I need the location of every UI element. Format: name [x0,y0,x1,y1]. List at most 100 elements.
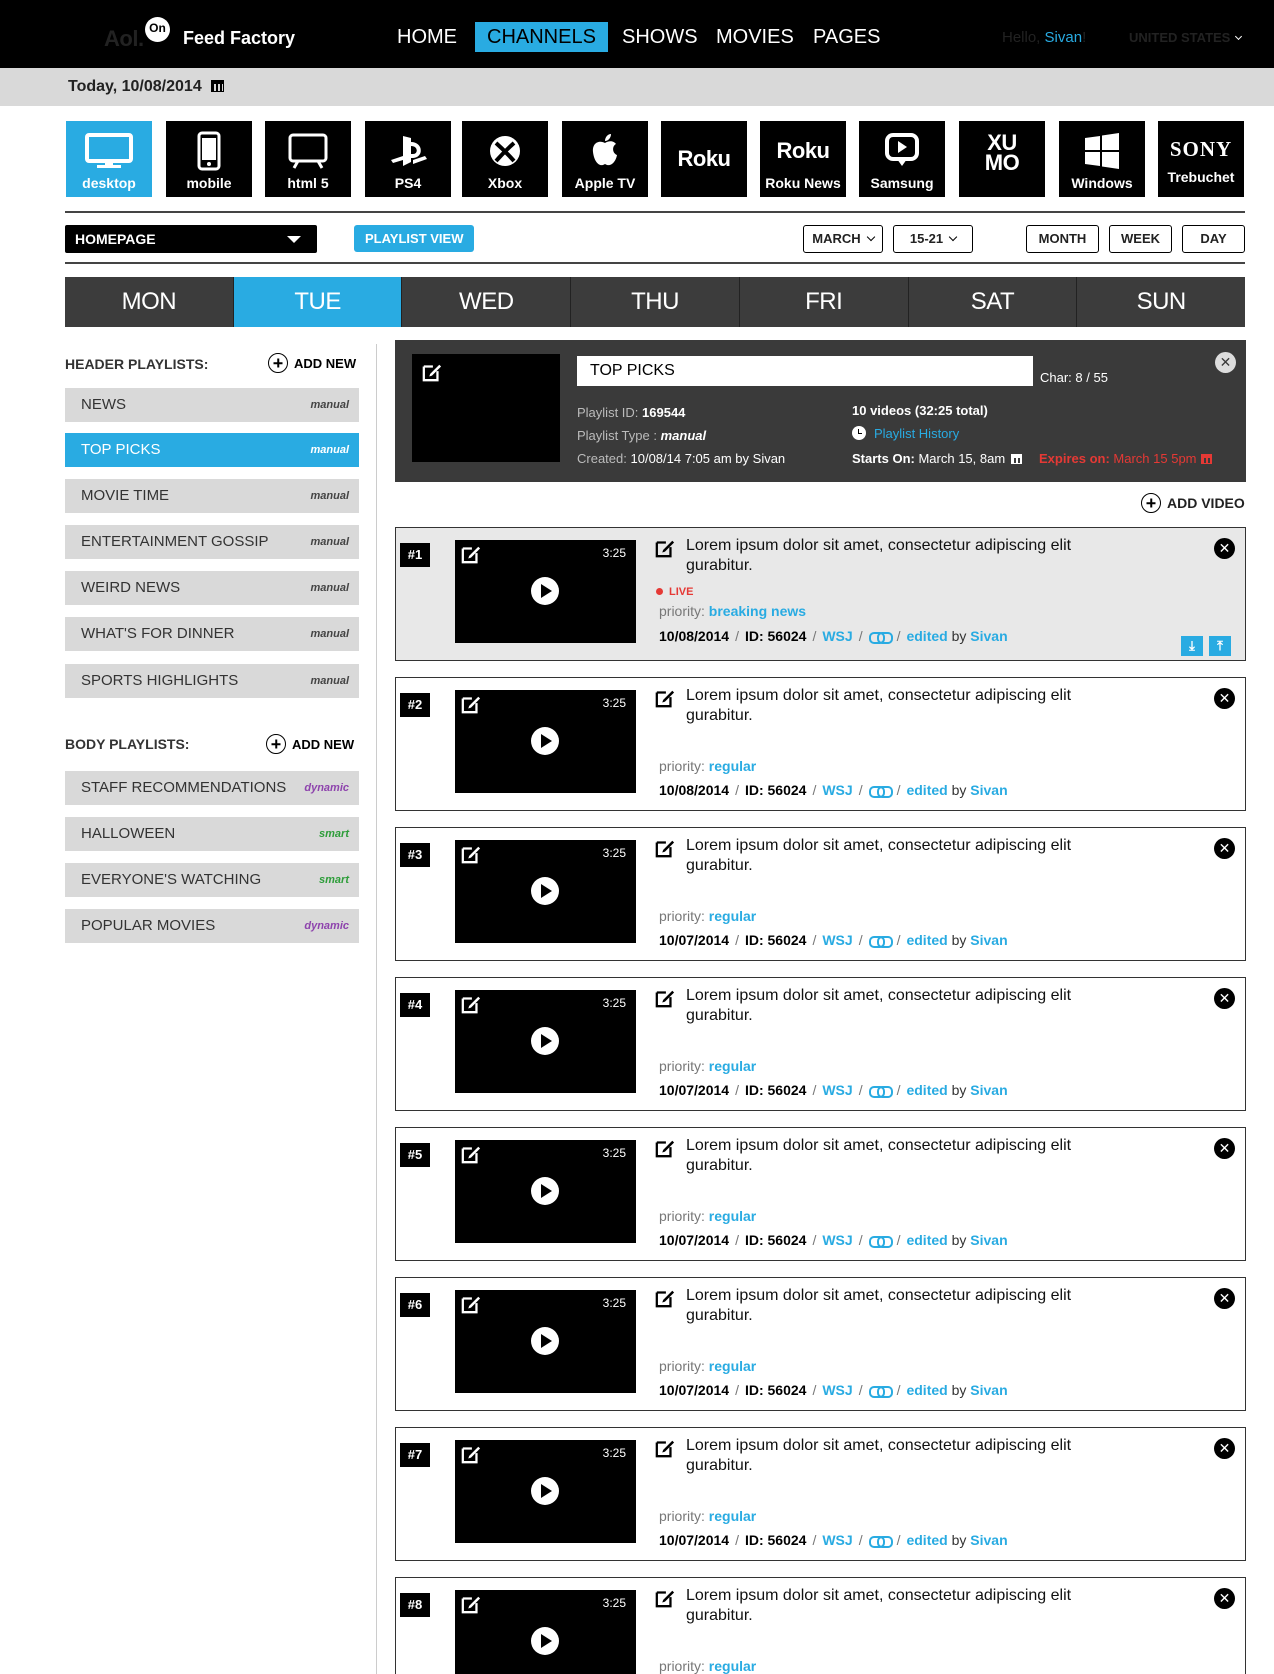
edit-title-icon[interactable] [655,988,675,1008]
edit-title-icon[interactable] [655,688,675,708]
editor-name-link[interactable]: Sivan [970,1232,1007,1248]
nav-shows[interactable]: SHOWS [610,22,710,52]
editor-name-link[interactable]: Sivan [970,1382,1007,1398]
remove-video-icon[interactable]: ✕ [1214,1438,1235,1459]
nav-pages[interactable]: PAGES [801,22,892,52]
priority-value[interactable]: regular [709,1658,756,1674]
country-select[interactable]: UNITED STATES [1129,30,1243,45]
video-source-link[interactable]: WSJ [822,932,852,948]
priority-value[interactable]: regular [709,758,756,774]
priority-value[interactable]: breaking news [709,603,806,619]
video-card-3[interactable]: #3 3:25 Lorem ipsum dolor sit amet, cons… [395,827,1246,961]
add-video-button[interactable]: ADD VIDEO [1141,493,1245,513]
video-card-5[interactable]: #5 3:25 Lorem ipsum dolor sit amet, cons… [395,1127,1246,1261]
play-icon[interactable] [531,1477,559,1505]
calendar-icon[interactable] [1011,454,1023,464]
editor-name-link[interactable]: Sivan [970,628,1007,644]
platform-windows[interactable]: Windows [1059,121,1145,197]
day-tab-sun[interactable]: SUN [1077,277,1246,327]
platform-ps4[interactable]: PS4 [365,121,451,197]
link-icon[interactable] [868,1236,893,1248]
video-thumbnail[interactable]: 3:25 [455,1440,636,1543]
platform-xbox[interactable]: Xbox [462,121,548,197]
nav-home[interactable]: HOME [385,22,469,52]
playlist-history-link[interactable]: Playlist History [852,426,959,441]
video-card-4[interactable]: #4 3:25 Lorem ipsum dolor sit amet, cons… [395,977,1246,1111]
edit-icon[interactable] [461,694,481,714]
sidebar-item-halloween[interactable]: HALLOWEEN smart [65,817,359,851]
edit-title-icon[interactable] [655,1438,675,1458]
day-tab-thu[interactable]: THU [571,277,740,327]
video-source-link[interactable]: WSJ [822,1232,852,1248]
platform-samsung[interactable]: Samsung [859,121,945,197]
remove-video-icon[interactable]: ✕ [1214,1138,1235,1159]
sidebar-item-popular-movies[interactable]: POPULAR MOVIES dynamic [65,909,359,943]
link-icon[interactable] [868,936,893,948]
edit-title-icon[interactable] [655,1138,675,1158]
edit-icon[interactable] [461,1294,481,1314]
video-source-link[interactable]: WSJ [822,1382,852,1398]
day-tab-mon[interactable]: MON [65,277,234,327]
edit-icon[interactable] [461,1444,481,1464]
platform-html5[interactable]: html 5 [265,121,351,197]
today-date[interactable]: Today, 10/08/2014 [68,78,224,96]
play-icon[interactable] [531,577,559,605]
edit-icon[interactable] [461,1594,481,1614]
calendar-icon[interactable] [1200,454,1212,464]
play-icon[interactable] [531,1327,559,1355]
edit-icon[interactable] [422,362,442,382]
priority-value[interactable]: regular [709,1508,756,1524]
priority-value[interactable]: regular [709,1058,756,1074]
platform-sony[interactable]: SONY Trebuchet [1158,121,1244,197]
range-day-button[interactable]: DAY [1182,225,1245,253]
sidebar-item-whats-for-dinner[interactable]: WHAT'S FOR DINNER manual [65,617,359,651]
video-card-6[interactable]: #6 3:25 Lorem ipsum dolor sit amet, cons… [395,1277,1246,1411]
video-card-1[interactable]: #1 3:25 Lorem ipsum dolor sit amet, cons… [395,527,1246,661]
day-tab-sat[interactable]: SAT [908,277,1078,327]
edited-link[interactable]: edited [906,1382,947,1398]
remove-video-icon[interactable]: ✕ [1214,1588,1235,1609]
playlist-view-button[interactable]: PLAYLIST VIEW [354,225,475,252]
editor-name-link[interactable]: Sivan [970,1532,1007,1548]
playlist-title-input[interactable]: TOP PICKS [577,356,1033,386]
editor-name-link[interactable]: Sivan [970,1082,1007,1098]
priority-value[interactable]: regular [709,1358,756,1374]
day-tab-fri[interactable]: FRI [739,277,909,327]
remove-video-icon[interactable]: ✕ [1214,838,1235,859]
edit-icon[interactable] [461,544,481,564]
edit-icon[interactable] [461,994,481,1014]
editor-name-link[interactable]: Sivan [970,932,1007,948]
play-icon[interactable] [531,877,559,905]
video-thumbnail[interactable]: 3:25 [455,1140,636,1243]
day-tab-wed[interactable]: WED [402,277,572,327]
edit-icon[interactable] [461,844,481,864]
edit-title-icon[interactable] [655,1288,675,1308]
platform-roku[interactable]: Roku [661,121,747,197]
range-month-button[interactable]: MONTH [1026,225,1099,253]
sidebar-item-sports-highlights[interactable]: SPORTS HIGHLIGHTS manual [65,664,359,698]
video-card-8[interactable]: #8 3:25 Lorem ipsum dolor sit amet, cons… [395,1577,1246,1674]
remove-video-icon[interactable]: ✕ [1214,1288,1235,1309]
video-source-link[interactable]: WSJ [822,1532,852,1548]
video-thumbnail[interactable]: 3:25 [455,840,636,943]
video-source-link[interactable]: WSJ [822,1082,852,1098]
platform-apple-tv[interactable]: Apple TV [562,121,648,197]
editor-name-link[interactable]: Sivan [970,782,1007,798]
remove-video-icon[interactable]: ✕ [1214,688,1235,709]
platform-desktop[interactable]: desktop [66,121,152,197]
range-week-button[interactable]: WEEK [1109,225,1172,253]
priority-value[interactable]: regular [709,1208,756,1224]
video-thumbnail[interactable]: 3:25 [455,540,636,643]
link-icon[interactable] [868,786,893,798]
play-icon[interactable] [531,1177,559,1205]
edit-title-icon[interactable] [655,1588,675,1608]
week-select[interactable]: 15-21 [893,225,973,253]
user-name-link[interactable]: Sivan [1045,29,1083,46]
aol-logo[interactable]: Aol. [104,26,144,52]
video-source-link[interactable]: WSJ [822,628,852,644]
edited-link[interactable]: edited [906,1532,947,1548]
month-select[interactable]: MARCH [803,225,883,253]
edited-link[interactable]: edited [906,628,947,644]
remove-video-icon[interactable]: ✕ [1214,538,1235,559]
add-header-playlist-button[interactable]: ADD NEW [268,353,356,373]
